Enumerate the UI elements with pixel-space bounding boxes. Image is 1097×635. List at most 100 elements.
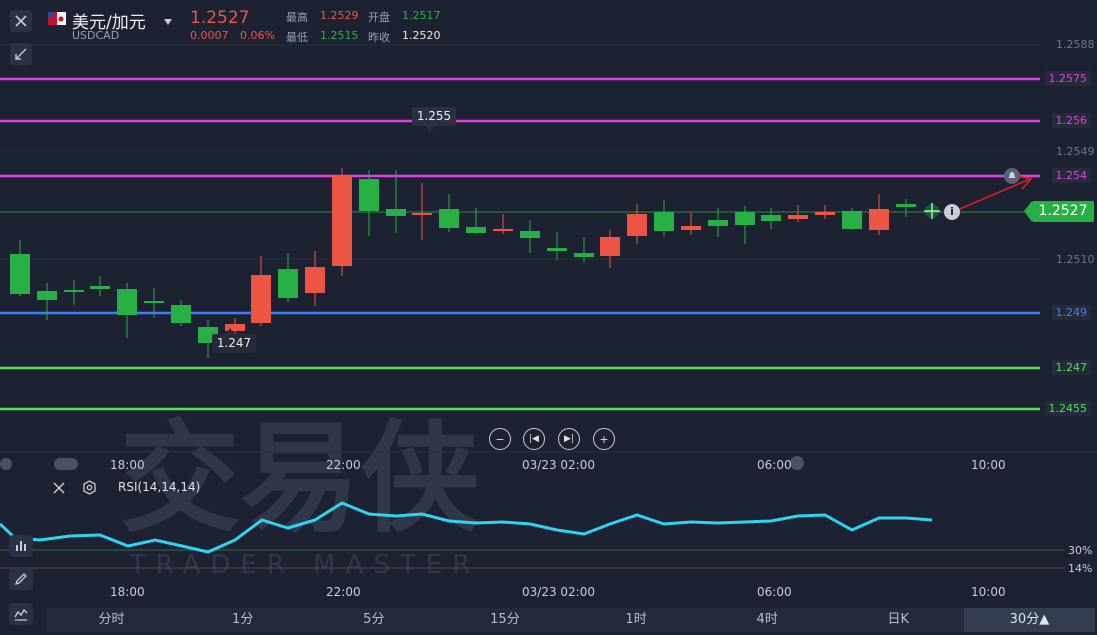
zoom-in-button[interactable]: +: [593, 428, 615, 450]
candle: [37, 291, 57, 300]
scroll-dot[interactable]: [0, 458, 12, 470]
candle: [386, 209, 406, 216]
trend-arrow: [954, 175, 1033, 212]
shrink-button[interactable]: [10, 43, 32, 65]
candle: [627, 214, 647, 236]
candle: [600, 237, 620, 256]
price-level-tag: 1.256: [1051, 113, 1091, 128]
last-price: 1.2527: [190, 8, 250, 28]
current-price-value: 1.2527: [1038, 203, 1088, 219]
candle: [439, 209, 459, 228]
remove-indicator-button[interactable]: [52, 480, 66, 499]
current-price-tag: 1.2527: [1024, 201, 1094, 222]
step-forward-button[interactable]: ▶|: [558, 428, 580, 450]
open-label: 开盘: [368, 11, 390, 24]
price-level-tag: 1.254: [1051, 168, 1091, 183]
candle: [788, 215, 808, 219]
open-value: 1.2517: [402, 9, 441, 22]
indicator-icon: [16, 541, 26, 551]
crosshair-marker: [924, 203, 940, 219]
watermark: 交易侠 TRADER MASTER: [120, 410, 481, 580]
draw-button[interactable]: [9, 568, 33, 590]
timeframe-tab[interactable]: 5分: [308, 608, 439, 632]
timeframe-tab[interactable]: 4时: [702, 608, 833, 632]
time-tick: 03/23 02:00: [522, 585, 595, 599]
price-level-tag: 1.247: [1051, 360, 1091, 375]
candle: [493, 229, 513, 231]
price-level-tag: 1.249: [1051, 305, 1091, 320]
candle: [681, 226, 701, 230]
shrink-icon: [15, 48, 27, 60]
pen-icon: [14, 573, 27, 586]
time-tick: 18:00: [110, 585, 145, 599]
candle: [278, 269, 298, 298]
candle: [520, 231, 540, 238]
candle: [359, 179, 379, 211]
svg-text:TRADER MASTER: TRADER MASTER: [129, 550, 481, 580]
low-value: 1.2515: [320, 29, 359, 42]
y-axis-label: 1.2588: [1056, 38, 1095, 51]
close-button[interactable]: [10, 10, 32, 32]
timeframe-tab[interactable]: 日K: [833, 608, 964, 632]
settings-icon: [83, 480, 96, 495]
candle: [251, 275, 271, 323]
candle: [869, 209, 889, 230]
candle: [10, 254, 30, 294]
price-level-tag: 1.2455: [1044, 401, 1091, 416]
candle: [225, 324, 245, 331]
timeframe-tab-active[interactable]: 30分▲: [963, 608, 1095, 632]
chart-type-button[interactable]: [9, 603, 33, 625]
candle: [574, 253, 594, 257]
step-back-button[interactable]: |◀: [523, 428, 545, 450]
time-tick: 22:00: [326, 458, 361, 472]
low-callout-text: 1.247: [216, 336, 252, 350]
low-label: 最低: [286, 31, 308, 44]
zoom-out-button[interactable]: −: [489, 428, 511, 450]
candle: [90, 286, 110, 289]
close-icon: [53, 482, 65, 494]
symbol-code: USDCAD: [72, 29, 120, 42]
indicator-button[interactable]: [9, 535, 33, 557]
indicator-settings-button[interactable]: [82, 480, 97, 499]
timeframe-bar: 分时 1分 5分 15分 1时 4时 日K 30分▲: [46, 608, 1095, 632]
candles: [10, 168, 916, 358]
time-tick: 06:00: [757, 585, 792, 599]
prev-close-value: 1.2520: [402, 29, 441, 42]
info-icon[interactable]: i: [944, 204, 960, 220]
zoom-in-icon: +: [599, 432, 609, 446]
price-change: 0.0007: [190, 29, 229, 42]
candle: [896, 204, 916, 207]
price-change-pct: 0.06%: [240, 29, 275, 42]
time-tick: 10:00: [971, 585, 1006, 599]
time-tick: 18:00: [110, 458, 145, 472]
timeframe-tab[interactable]: 1分: [177, 608, 308, 632]
price-chart[interactable]: 交易侠 TRADER MASTER: [0, 0, 1097, 608]
close-icon: [15, 15, 27, 27]
candle: [305, 267, 325, 293]
timeframe-tab[interactable]: 15分: [439, 608, 570, 632]
alert-bell-icon[interactable]: [1004, 168, 1020, 184]
candle: [412, 213, 432, 215]
price-level-tag: 1.2575: [1044, 71, 1091, 86]
candle: [117, 289, 137, 315]
candle: [64, 290, 84, 292]
candle: [761, 215, 781, 221]
zoom-out-icon: −: [495, 432, 505, 446]
candle: [708, 220, 728, 226]
chart-icon: [14, 608, 28, 621]
y-axis-label: 1.2510: [1056, 253, 1095, 266]
dropdown-icon[interactable]: [163, 11, 173, 30]
timeframe-tab[interactable]: 1时: [571, 608, 702, 632]
rsi-label: RSI(14,14,14): [118, 480, 201, 494]
high-callout-text: 1.255: [416, 109, 452, 123]
time-tick: 22:00: [326, 585, 361, 599]
time-tick: 06:00: [757, 458, 792, 472]
flag-icon: [48, 10, 66, 25]
candle: [332, 176, 352, 266]
scroll-dot[interactable]: [790, 456, 804, 470]
y-axis-label: 1.2549: [1056, 145, 1095, 158]
candle: [842, 211, 862, 229]
scroll-handle[interactable]: [54, 458, 78, 470]
timeframe-tab[interactable]: 分时: [46, 608, 177, 632]
candle: [735, 212, 755, 225]
